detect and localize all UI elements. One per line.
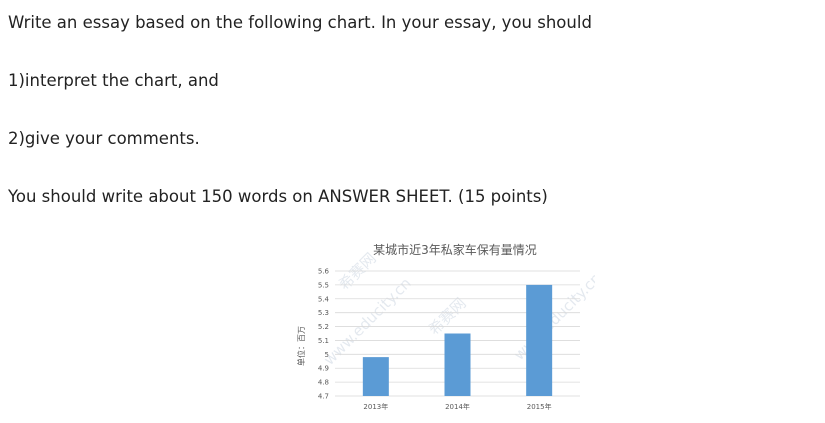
- x-tick-label: 2015年: [527, 402, 552, 411]
- y-tick-label: 5.1: [318, 337, 329, 345]
- chart-title: 某城市近3年私家车保有量情况: [373, 242, 537, 257]
- y-tick-label: 5: [325, 351, 329, 359]
- y-tick-label: 5.5: [318, 281, 329, 289]
- x-tick-label: 2014年: [445, 402, 470, 411]
- bar: [444, 333, 471, 396]
- y-axis-label: 单位：百万: [296, 326, 306, 366]
- y-tick-label: 5.4: [318, 295, 330, 303]
- x-tick-label: 2013年: [363, 402, 388, 411]
- x-axis-ticks: 2013年 2014年 2015年: [363, 402, 551, 411]
- task-item-comment: 2)give your comments.: [8, 129, 200, 148]
- y-tick-label: 5.3: [318, 309, 329, 317]
- word-count-instruction: You should write about 150 words on ANSW…: [8, 187, 548, 206]
- bar-chart: www.educity.cn 希赛网 www.educity.cn 希赛网 某城…: [296, 242, 595, 411]
- y-tick-label: 4.8: [318, 379, 329, 387]
- y-tick-label: 4.9: [318, 365, 329, 373]
- y-tick-label: 5.2: [318, 323, 329, 331]
- watermark-text: 希赛网: [425, 294, 470, 339]
- y-tick-label: 5.6: [318, 268, 330, 276]
- watermark-text: www.educity.cn: [510, 269, 595, 364]
- y-axis-ticks: 5.6 5.5 5.4 5.3 5.2 5.1 5 4.9 4.8 4.7: [318, 268, 330, 401]
- y-tick-label: 4.7: [318, 393, 329, 401]
- bar: [526, 284, 553, 396]
- task-item-interpret: 1)interpret the chart, and: [8, 71, 219, 90]
- instruction-line: Write an essay based on the following ch…: [8, 13, 592, 32]
- bar: [362, 357, 389, 396]
